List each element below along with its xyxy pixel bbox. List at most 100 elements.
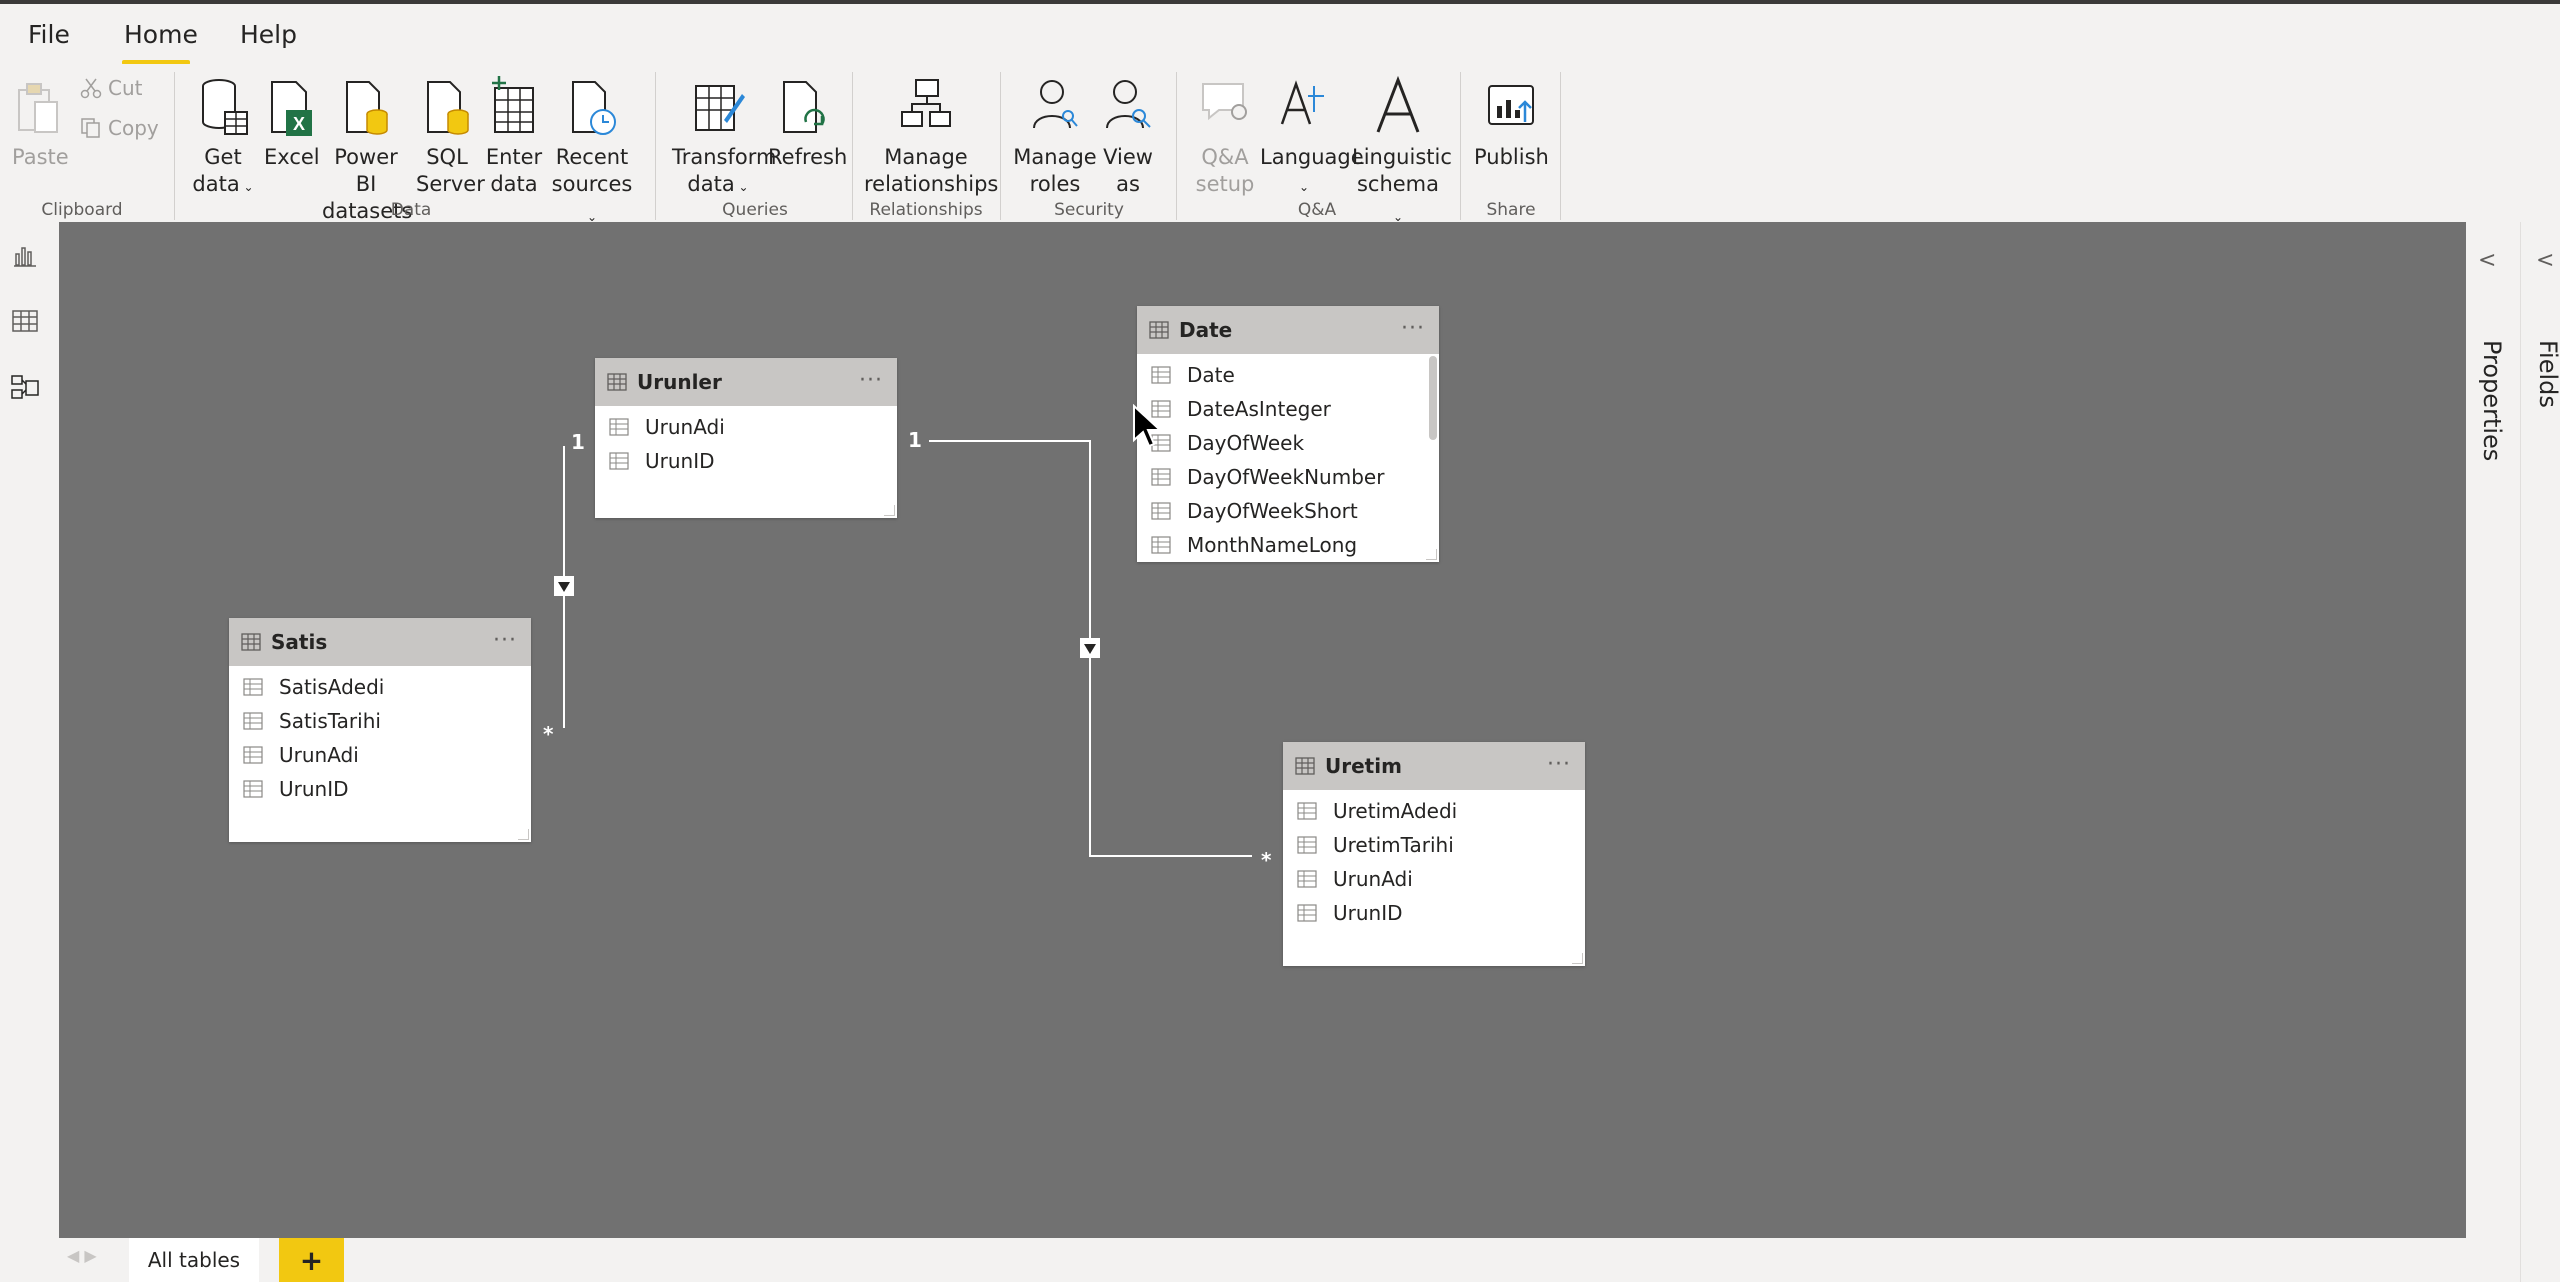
manage-roles-button[interactable]: Manage roles <box>1012 72 1098 198</box>
dataset-icon <box>346 81 388 135</box>
table-card-urunler[interactable]: Urunler ··· UrunAdi UrunID <box>595 358 897 518</box>
copy-button[interactable]: Copy <box>80 116 159 140</box>
mouse-cursor-icon <box>1133 404 1162 448</box>
group-separator <box>1560 72 1561 220</box>
add-layout-button[interactable]: + <box>279 1238 344 1282</box>
refresh-icon <box>783 81 825 133</box>
paste-label: Paste <box>12 145 69 169</box>
properties-pane-label[interactable]: Properties <box>2478 340 2506 461</box>
scissors-icon <box>80 78 102 99</box>
table-card-header[interactable]: Date ··· <box>1137 306 1439 354</box>
column-icon <box>243 746 263 764</box>
group-separator <box>655 72 656 220</box>
column-icon <box>1297 870 1317 888</box>
enter-data-button[interactable]: Enter data <box>484 72 544 198</box>
model-view-icon[interactable] <box>10 372 40 402</box>
field-row[interactable]: DateAsInteger <box>1137 392 1439 426</box>
cut-button[interactable]: Cut <box>80 76 142 100</box>
field-row[interactable]: Date <box>1137 358 1439 392</box>
table-title: Urunler <box>637 370 722 394</box>
table-card-date[interactable]: Date ··· Date DateAsInteger DayOfWeek Da… <box>1137 306 1439 562</box>
pane-separator <box>2520 222 2521 1282</box>
column-icon <box>1297 836 1317 854</box>
view-switcher-rail <box>0 222 60 1282</box>
language-button[interactable]: Language ⌄ <box>1260 72 1364 201</box>
model-canvas[interactable]: 1 * 1 * Urunler ··· UrunAdi UrunID Date … <box>59 222 2466 1238</box>
excel-label: Excel <box>264 145 320 169</box>
more-options-icon[interactable]: ··· <box>1547 752 1571 777</box>
refresh-button[interactable]: Refresh <box>768 72 847 171</box>
tab-all-tables[interactable]: All tables <box>129 1238 259 1282</box>
recent-label-2: sources <box>551 172 633 196</box>
scrollbar-thumb[interactable] <box>1429 356 1437 440</box>
table-icon <box>1149 321 1169 339</box>
field-row[interactable]: UrunID <box>595 444 897 478</box>
table-card-header[interactable]: Uretim ··· <box>1283 742 1585 790</box>
field-row[interactable]: UretimTarihi <box>1283 828 1585 862</box>
field-name: DayOfWeekNumber <box>1187 465 1385 489</box>
publish-button[interactable]: Publish <box>1474 72 1549 171</box>
qa-setup-button[interactable]: Q&A setup <box>1190 72 1260 198</box>
field-row[interactable]: UrunID <box>1283 896 1585 930</box>
field-row[interactable]: DayOfWeekShort <box>1137 494 1439 528</box>
report-view-icon[interactable] <box>10 240 40 270</box>
view-as-icon <box>1106 80 1151 129</box>
roles-label-1: Manage <box>1013 145 1097 169</box>
more-options-icon[interactable]: ··· <box>1401 316 1425 341</box>
more-options-icon[interactable]: ··· <box>493 628 517 653</box>
paste-button[interactable]: Paste <box>12 72 69 171</box>
field-name: UrunAdi <box>645 415 725 439</box>
language-label: Language <box>1260 145 1364 169</box>
manage-relationships-button[interactable]: Manage relationships <box>864 72 998 198</box>
transform-data-button[interactable]: Transform data ⌄ <box>672 72 776 201</box>
table-card-header[interactable]: Urunler ··· <box>595 358 897 406</box>
field-row[interactable]: UrunAdi <box>1283 862 1585 896</box>
sql-server-button[interactable]: SQL Server <box>416 72 485 198</box>
sql-server-icon <box>427 81 469 135</box>
field-row[interactable]: DayOfWeekNumber <box>1137 460 1439 494</box>
field-row[interactable]: UrunAdi <box>229 738 531 772</box>
field-row[interactable]: MonthNameLong <box>1137 528 1439 562</box>
field-row[interactable]: UrunID <box>229 772 531 806</box>
view-as-button[interactable]: View as <box>1100 72 1156 198</box>
resize-handle[interactable] <box>884 505 895 516</box>
column-icon <box>1151 366 1171 384</box>
qa-setup-icon <box>1202 83 1247 121</box>
sql-label-2: Server <box>416 172 485 196</box>
cardinality-many: * <box>1261 848 1272 872</box>
tab-scroll-arrows-icon[interactable]: ◀ ▶ <box>67 1246 97 1265</box>
get-data-button[interactable]: Get data ⌄ <box>188 72 258 201</box>
table-card-header[interactable]: Satis ··· <box>229 618 531 666</box>
table-card-satis[interactable]: Satis ··· SatisAdedi SatisTarihi UrunAdi… <box>229 618 531 842</box>
group-label-queries: Queries <box>722 200 788 220</box>
more-options-icon[interactable]: ··· <box>859 368 883 393</box>
menu-help[interactable]: Help <box>240 20 297 49</box>
field-row[interactable]: UrunAdi <box>595 410 897 444</box>
menu-home[interactable]: Home <box>124 20 198 49</box>
fields-pane-label[interactable]: Fields <box>2534 340 2560 408</box>
qa-setup-label-2: setup <box>1195 172 1255 196</box>
field-name: DayOfWeekShort <box>1187 499 1358 523</box>
field-row[interactable]: DayOfWeek <box>1137 426 1439 460</box>
data-view-icon[interactable] <box>10 306 40 336</box>
field-row[interactable]: SatisTarihi <box>229 704 531 738</box>
field-name: UretimAdedi <box>1333 799 1458 823</box>
collapse-properties-icon[interactable]: < <box>2478 248 2496 273</box>
table-card-uretim[interactable]: Uretim ··· UretimAdedi UretimTarihi Urun… <box>1283 742 1585 966</box>
sql-label-1: SQL <box>426 145 468 169</box>
group-separator <box>174 72 175 220</box>
excel-button[interactable]: X Excel <box>264 72 320 171</box>
table-icon <box>607 373 627 391</box>
field-row[interactable]: UretimAdedi <box>1283 794 1585 828</box>
group-label-security: Security <box>1054 200 1124 220</box>
qa-setup-label-1: Q&A <box>1201 145 1249 169</box>
field-name: UretimTarihi <box>1333 833 1454 857</box>
field-row[interactable]: SatisAdedi <box>229 670 531 704</box>
collapse-fields-icon[interactable]: < <box>2536 248 2554 273</box>
resize-handle[interactable] <box>1572 953 1583 964</box>
menu-file[interactable]: File <box>28 20 70 49</box>
field-name: UrunAdi <box>1333 867 1413 891</box>
resize-handle[interactable] <box>518 829 529 840</box>
layout-tabs-bar: ◀ ▶ All tables + <box>59 1238 2466 1282</box>
resize-handle[interactable] <box>1426 549 1437 560</box>
